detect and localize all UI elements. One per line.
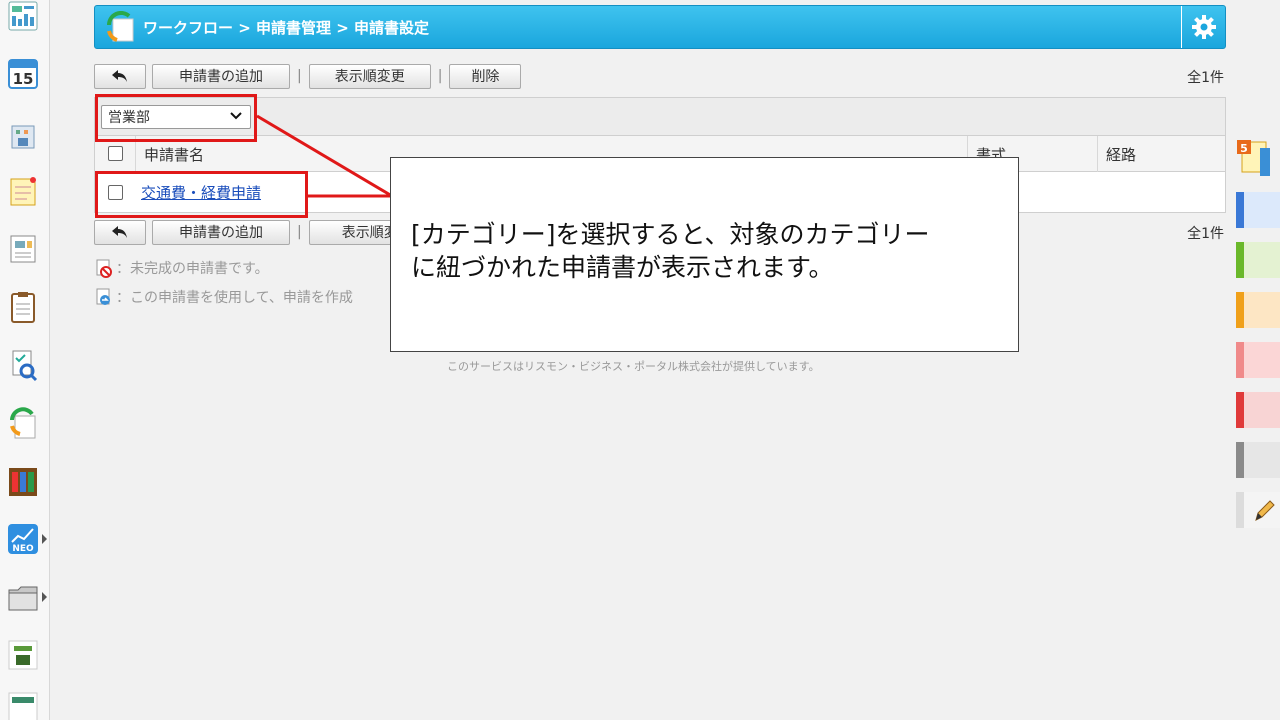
callout-line-2: に紐づかれた申請書が表示されます。 (411, 253, 834, 282)
callout-message: [カテゴリー]を選択すると、対象のカテゴリー に紐づかれた申請書が表示されます。 (411, 218, 1011, 284)
callout-line-1: [カテゴリー]を選択すると、対象のカテゴリー (411, 220, 930, 249)
callout-connector-lines (256, 114, 393, 198)
annotation-callout: [カテゴリー]を選択すると、対象のカテゴリー に紐づかれた申請書が表示されます。 (390, 157, 1019, 352)
